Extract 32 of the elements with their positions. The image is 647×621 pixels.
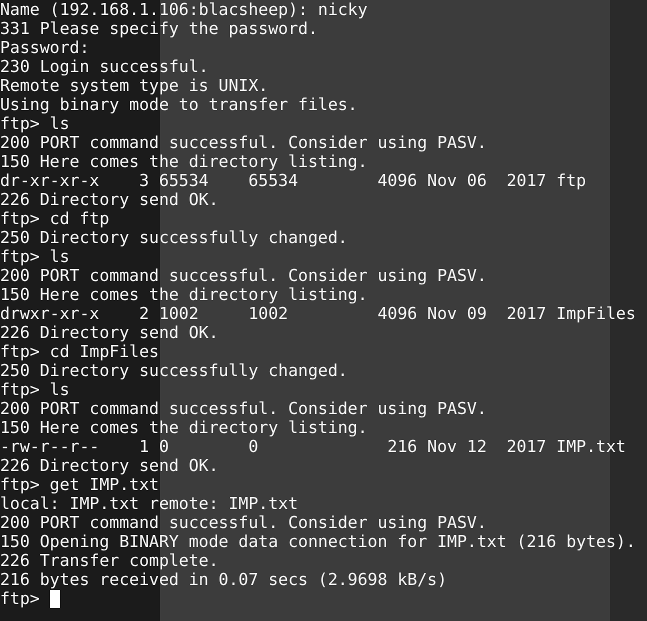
terminal-line: 200 PORT command successful. Consider using PASV. [0, 266, 487, 285]
terminal-line: local: IMP.txt remote: IMP.txt [0, 494, 298, 513]
terminal-line: 200 PORT command successful. Consider using PASV. [0, 513, 487, 532]
terminal-line: 331 Please specify the password. [0, 19, 318, 38]
terminal-line: ftp> ls [0, 247, 70, 266]
terminal-line: Password: [0, 38, 90, 57]
terminal-line: 250 Directory successfully changed. [0, 228, 348, 247]
terminal-line: ftp> cd ImpFiles [0, 342, 159, 361]
terminal-line: 150 Here comes the directory listing. [0, 418, 368, 437]
terminal-line: 200 PORT command successful. Consider using PASV. [0, 399, 487, 418]
terminal-line: 150 Here comes the directory listing. [0, 285, 368, 304]
terminal-line: ftp> cd ftp [0, 209, 110, 228]
terminal-line: 150 Opening BINARY mode data connection for IMP.txt (216 bytes). [0, 532, 636, 551]
terminal-line: dr-xr-xr-x 3 65534 65534 4096 Nov 06 2017 ftp [0, 171, 586, 190]
terminal-line: ftp> [0, 589, 40, 608]
terminal-line: 250 Directory successfully changed. [0, 361, 348, 380]
terminal-line: Using binary mode to transfer files. [0, 95, 358, 114]
terminal-line: drwxr-xr-x 2 1002 1002 4096 Nov 09 2017 ImpFiles [0, 304, 636, 323]
terminal-line: -rw-r--r-- 1 0 0 216 Nov 12 2017 IMP.txt [0, 437, 626, 456]
terminal-line: 226 Transfer complete. [0, 551, 219, 570]
terminal-line: ftp> ls [0, 114, 70, 133]
terminal-line: 216 bytes received in 0.07 secs (2.9698 kB/s) [0, 570, 448, 589]
terminal-line: Remote system type is UNIX. [0, 76, 268, 95]
terminal-line: 226 Directory send OK. [0, 456, 219, 475]
terminal-line: 230 Login successful. [0, 57, 209, 76]
terminal-line: ftp> ls [0, 380, 70, 399]
terminal-line: ftp> get IMP.txt [0, 475, 159, 494]
terminal-line: Name (192.168.1.106:blacsheep): nicky [0, 0, 368, 19]
terminal-line: 150 Here comes the directory listing. [0, 152, 368, 171]
terminal-line: 226 Directory send OK. [0, 190, 219, 209]
terminal-line: 200 PORT command successful. Consider using PASV. [0, 133, 487, 152]
terminal-line: 226 Directory send OK. [0, 323, 219, 342]
